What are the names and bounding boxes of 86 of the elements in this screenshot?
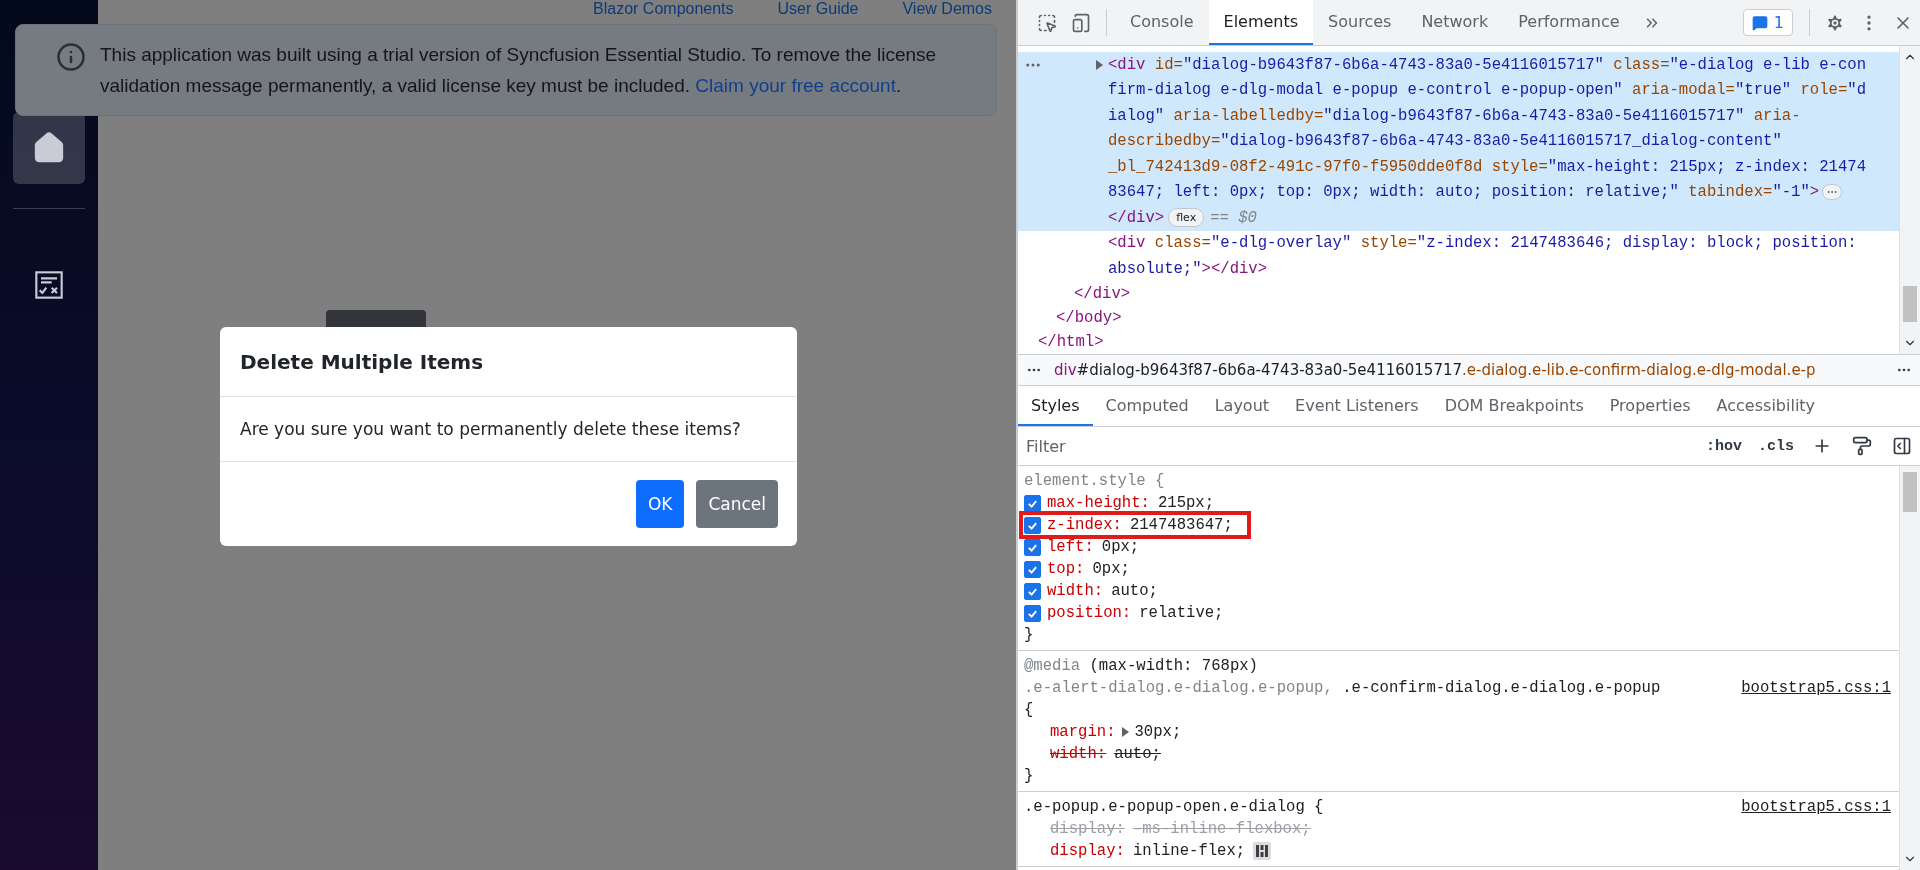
property-checkbox[interactable]	[1024, 560, 1041, 578]
source-link[interactable]: bootstrap5.css:1	[1741, 679, 1891, 697]
html-code-line: </div>	[1108, 208, 1165, 227]
property-value: 215px;	[1157, 494, 1215, 512]
property-value: inline-flex;	[1132, 842, 1246, 860]
expand-triangle-icon[interactable]	[1096, 59, 1103, 70]
device-icon[interactable]	[1071, 12, 1091, 33]
selected-node-highlight[interactable]	[1018, 52, 1899, 231]
flex-badge[interactable]: flex	[1168, 208, 1205, 228]
info-icon	[56, 42, 86, 72]
scrollbar-thumb[interactable]	[1903, 472, 1917, 512]
flex-editor-icon[interactable]	[1253, 842, 1272, 860]
html-code-line: describedby="dialog-b9643f87-6b6a-4743-83a0-5e4116015717_dialog-content"	[1108, 132, 1782, 151]
css-selector: .e-popup.e-popup-open.e-dialog {	[1024, 798, 1324, 816]
property-value: auto;	[1111, 582, 1158, 600]
html-code-line: absolute;"></div>	[1108, 259, 1268, 278]
css-selector: .e-alert-dialog.e-dialog.e-popup,	[1024, 679, 1334, 697]
styles-tab[interactable]: Computed	[1092, 386, 1202, 426]
property-value: 0px;	[1092, 560, 1130, 578]
property-value: -ms-inline-flexbox;	[1132, 820, 1311, 838]
html-code-line: <div class="e-dlg-overlay" style="z-index: 2147483646; display: block; position:	[1108, 234, 1857, 253]
dialog-message: Are you sure you want to permanently delete these items?	[220, 397, 797, 462]
ok-button[interactable]: OK	[635, 480, 685, 528]
styles-tab[interactable]: Properties	[1596, 386, 1704, 426]
property-checkbox[interactable]	[1024, 516, 1041, 534]
dialog-title: Delete Multiple Items	[220, 327, 797, 397]
checklist-icon	[33, 269, 65, 301]
selected-marker: == $0	[1210, 208, 1257, 227]
styles-tab[interactable]: Layout	[1201, 386, 1283, 426]
property-name: position:	[1047, 604, 1132, 622]
license-message: This application was built using a trial version of Syncfusion Essential Studio. To remove the license validation message permanently, a valid license key must be included. Claim your free account.	[100, 43, 938, 98]
property-name: width:	[1047, 582, 1104, 600]
scrollbar-thumb[interactable]	[1903, 286, 1917, 322]
property-name: left:	[1047, 538, 1094, 556]
brace: }	[1024, 767, 1034, 785]
property-name: width:	[1050, 745, 1107, 763]
brace: {	[1024, 701, 1034, 719]
html-code-line: </html>	[1038, 332, 1104, 351]
css-selector: .e-confirm-dialog.e-dialog.e-popup	[1342, 679, 1661, 697]
html-code-line: </div>	[1074, 284, 1131, 303]
property-checkbox[interactable]	[1024, 582, 1041, 600]
source-link[interactable]: bootstrap5.css:1	[1741, 798, 1891, 816]
styles-tab[interactable]: DOM Breakpoints	[1431, 386, 1597, 426]
devtools-tab[interactable]: Elements	[1208, 0, 1314, 45]
html-code-line: <div id="dialog-b9643f87-6b6a-4743-83a0-5e4116015717" class="e-dialog e-lib e-con	[1108, 55, 1866, 74]
filter-toggle[interactable]: :hov	[1701, 437, 1746, 455]
sidebar-toggle-icon[interactable]	[1892, 436, 1912, 456]
property-name: z-index:	[1047, 516, 1122, 534]
property-checkbox[interactable]	[1024, 494, 1041, 512]
property-checkbox[interactable]	[1024, 604, 1041, 622]
sidebar-item[interactable]	[13, 112, 85, 184]
devtools-tab[interactable]: Network	[1406, 0, 1504, 45]
property-name: display:	[1050, 820, 1125, 838]
property-name: max-height:	[1047, 494, 1150, 512]
settings-icon[interactable]	[1825, 12, 1845, 33]
css-selector: element.style {	[1024, 472, 1165, 490]
property-value: auto;	[1114, 745, 1161, 763]
scrollbar[interactable]	[1899, 46, 1920, 354]
property-name: display:	[1050, 842, 1125, 860]
brace: }	[1024, 626, 1034, 644]
expand-triangle-icon[interactable]	[1121, 727, 1129, 737]
styles-tab[interactable]: Event Listeners	[1282, 386, 1432, 426]
scrollbar[interactable]	[1899, 466, 1920, 870]
cancel-button[interactable]: Cancel	[696, 480, 778, 528]
property-value: 0px;	[1101, 538, 1140, 556]
issues-button[interactable]: 1	[1742, 9, 1793, 36]
html-code-line: _bl_742413d9-08f2-491c-97f0-f5950dde0f8d style="max-height: 215px; z-index: 21474	[1108, 157, 1866, 176]
paint-roller-icon[interactable]	[1852, 436, 1872, 456]
property-value: 2147483647;	[1129, 516, 1233, 534]
property-name: margin:	[1050, 723, 1116, 741]
html-code-line: ialog" aria-labelledby="dialog-b9643f87-6b6a-4743-83a0-5e4116015717" aria-	[1108, 106, 1801, 125]
html-code-line: </body>	[1056, 308, 1122, 327]
devtools-tab[interactable]: Performance	[1503, 0, 1635, 45]
property-value: 30px;	[1134, 723, 1182, 741]
inspect-icon[interactable]	[1037, 12, 1057, 33]
media-query: @media (max-width: 768px)	[1024, 657, 1258, 675]
property-value: relative;	[1139, 604, 1224, 622]
home-icon	[32, 131, 66, 165]
property-name: top:	[1047, 560, 1085, 578]
html-code-line: firm-dialog e-dlg-modal e-popup e-control e-popup-open" aria-modal="true" role="d	[1108, 81, 1866, 100]
message-icon	[1751, 14, 1768, 31]
devtools-tab[interactable]: Console	[1115, 0, 1209, 45]
filter-toggle[interactable]: .cls	[1754, 437, 1798, 455]
devtools-tab[interactable]: Sources	[1313, 0, 1407, 45]
html-code-line: 83647; left: 0px; top: 0px; width: auto; position: relative;" tabindex="-1">	[1108, 183, 1820, 202]
styles-tab[interactable]: Accessibility	[1703, 386, 1829, 426]
